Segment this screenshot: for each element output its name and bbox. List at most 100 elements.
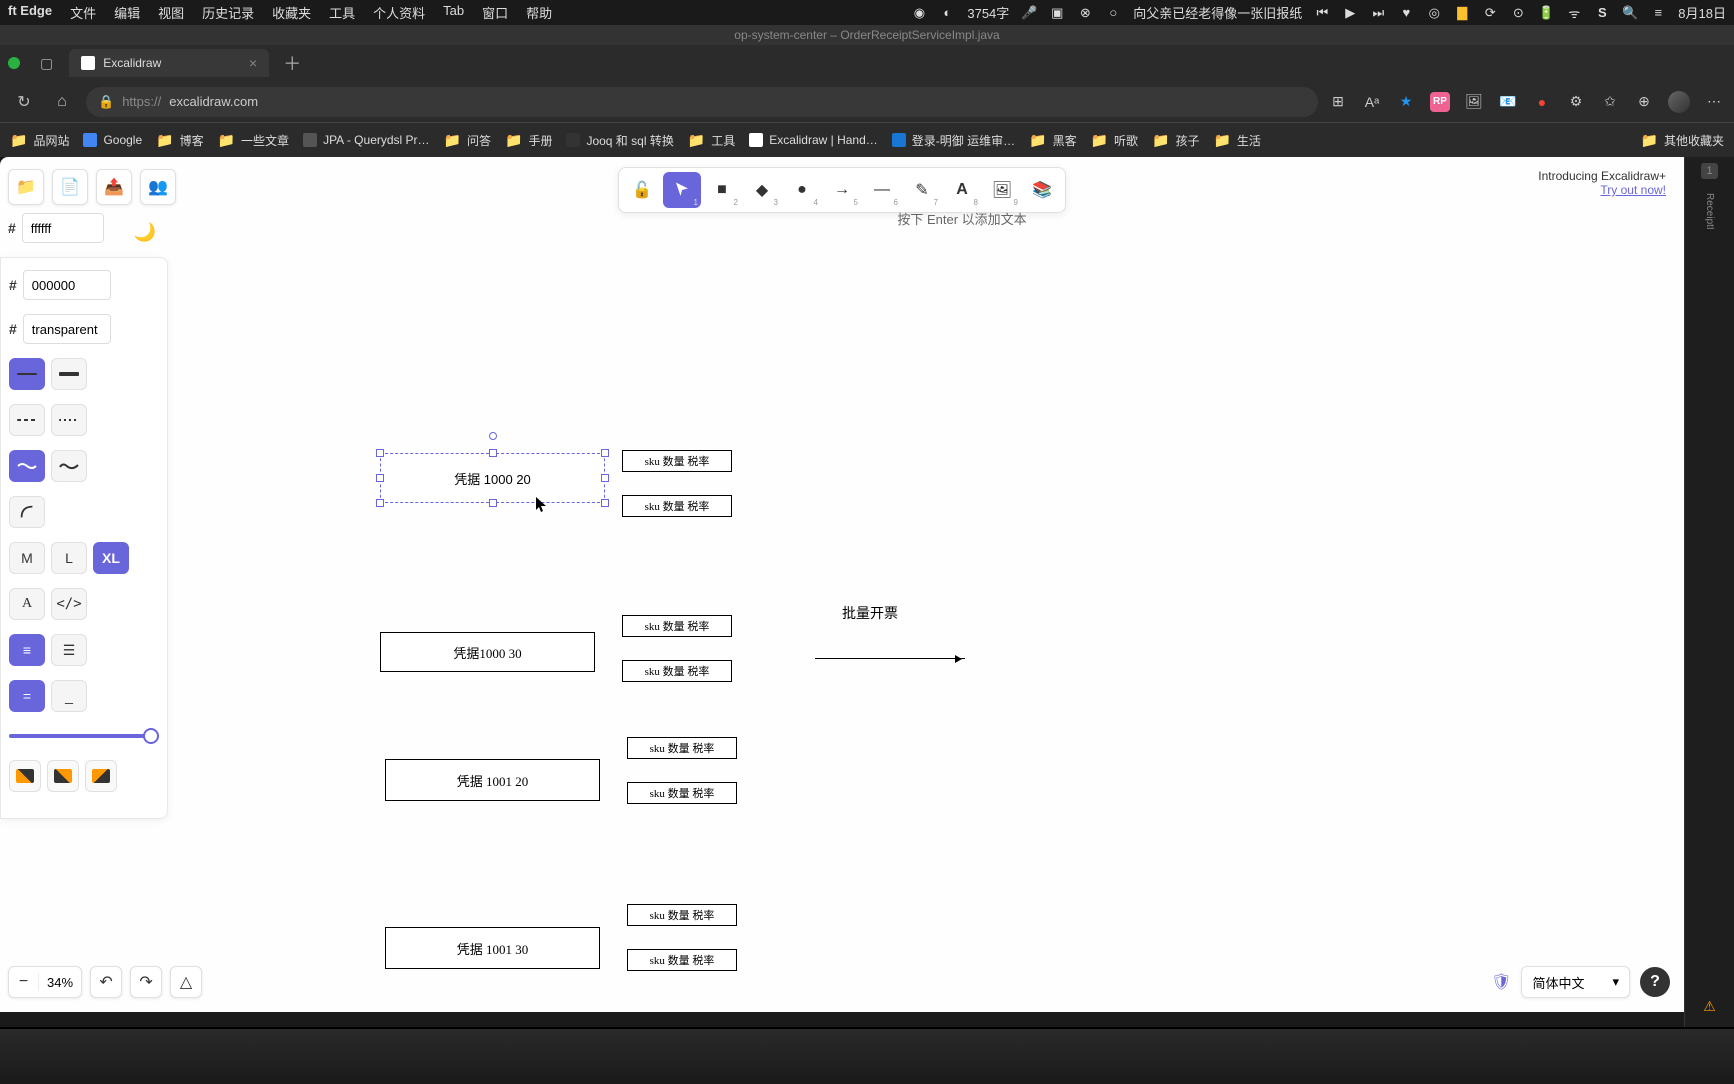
menu-file[interactable]: 文件 xyxy=(70,3,96,22)
extension-gear-icon[interactable]: ⚙ xyxy=(1566,92,1586,112)
extension-mail-icon[interactable]: 📧 xyxy=(1498,92,1518,112)
app-install-icon[interactable]: ⊞ xyxy=(1328,92,1348,112)
canvas-small-box[interactable]: sku 数量 税率 xyxy=(622,450,732,472)
clock-icon[interactable]: ⊙ xyxy=(1510,5,1526,21)
collections-icon[interactable]: ⊕ xyxy=(1634,92,1654,112)
url-input[interactable]: 🔒 https://excalidraw.com xyxy=(86,87,1318,117)
canvas-selected-box[interactable]: 凭据 1000 20 xyxy=(380,453,605,503)
sidebar-toggle-icon[interactable]: ▢ xyxy=(40,55,53,72)
canvas-small-box[interactable]: sku 数量 税率 xyxy=(627,737,737,759)
favorites-icon[interactable]: ✩ xyxy=(1600,92,1620,112)
batch-label[interactable]: 批量开票 xyxy=(842,603,898,623)
canvas[interactable]: 📁 📄 📤 👥 # 🌙 🔓 1 ■2 ◆3 ●4 →5 —6 ✎7 A8 🖼9 … xyxy=(0,157,1684,1012)
new-tab-button[interactable]: ＋ xyxy=(277,50,307,76)
screen-icon[interactable]: ▣ xyxy=(1049,5,1065,21)
search-icon[interactable]: 🔍 xyxy=(1622,5,1638,21)
bookmark-item[interactable]: Jooq 和 sql 转换 xyxy=(566,132,673,149)
heart-icon[interactable]: ♥ xyxy=(1398,5,1414,21)
menu-window[interactable]: 窗口 xyxy=(482,3,508,22)
prev-track-icon[interactable]: ⏮ xyxy=(1314,5,1330,21)
app-name[interactable]: ft Edge xyxy=(8,3,52,22)
menu-edit[interactable]: 编辑 xyxy=(114,3,140,22)
menu-favorites[interactable]: 收藏夹 xyxy=(272,3,311,22)
extension-red-icon[interactable]: ● xyxy=(1532,92,1552,112)
sync-icon[interactable]: ⟳ xyxy=(1482,5,1498,21)
rotate-handle[interactable] xyxy=(489,432,497,440)
next-track-icon[interactable]: ⏭ xyxy=(1370,5,1386,21)
menu-history[interactable]: 历史记录 xyxy=(202,3,254,22)
bookmark-item[interactable]: 📁听歌 xyxy=(1091,132,1138,149)
zoom-out-button[interactable]: − xyxy=(9,973,39,991)
help-button[interactable]: ? xyxy=(1640,967,1670,997)
globe-icon[interactable]: ⊗ xyxy=(1077,5,1093,21)
warning-icon[interactable]: ⚠ xyxy=(1703,998,1716,1015)
redo-button[interactable]: ↷ xyxy=(130,966,162,998)
menu-tools[interactable]: 工具 xyxy=(329,3,355,22)
canvas-small-box[interactable]: sku 数量 税率 xyxy=(627,904,737,926)
canvas-box[interactable]: 凭据 1001 20 xyxy=(385,759,600,801)
star-icon[interactable]: ★ xyxy=(1396,92,1416,112)
canvas-box[interactable]: 凭据1000 30 xyxy=(380,632,595,672)
canvas-arrow[interactable] xyxy=(815,658,965,659)
bookmark-item[interactable]: JPA - Querydsl Pr… xyxy=(303,133,429,147)
canvas-small-box[interactable]: sku 数量 税率 xyxy=(627,782,737,804)
bookmark-item[interactable]: 📁工具 xyxy=(688,132,735,149)
battery-icon[interactable]: 🔋 xyxy=(1538,5,1554,21)
mic-icon[interactable]: 🎤 xyxy=(1021,5,1037,21)
menu-profile[interactable]: 个人资料 xyxy=(373,3,425,22)
extension-image-icon[interactable]: 🖼 xyxy=(1464,92,1484,112)
bookmark-item[interactable]: 📁问答 xyxy=(444,132,491,149)
extension-rp-icon[interactable]: RP xyxy=(1430,92,1450,112)
language-select[interactable]: 简体中文 ▾ xyxy=(1521,966,1630,998)
refresh-button[interactable]: ↻ xyxy=(10,88,38,116)
record-icon[interactable]: ◉ xyxy=(911,5,927,21)
browser-tab[interactable]: Excalidraw × xyxy=(69,49,269,77)
half-circle-icon[interactable]: ◐ xyxy=(939,5,955,21)
resize-handle-e[interactable] xyxy=(601,474,609,482)
eraser-button[interactable]: △ xyxy=(170,966,202,998)
profile-avatar[interactable] xyxy=(1668,91,1690,113)
shield-icon[interactable]: 🛡 xyxy=(1491,972,1511,992)
home-button[interactable]: ⌂ xyxy=(48,88,76,116)
circle-icon[interactable]: ○ xyxy=(1105,5,1121,21)
bookmark-item[interactable]: 📁黑客 xyxy=(1029,132,1076,149)
more-icon[interactable]: ⋯ xyxy=(1704,92,1724,112)
resize-handle-s[interactable] xyxy=(489,499,497,507)
zoom-value[interactable]: 34% xyxy=(39,975,81,990)
wifi-icon[interactable]: ᯤ xyxy=(1566,5,1582,21)
resize-handle-se[interactable] xyxy=(601,499,609,507)
menu-tab[interactable]: Tab xyxy=(443,3,464,22)
traffic-light-green[interactable] xyxy=(8,57,20,69)
bookmark-item[interactable]: 📁孩子 xyxy=(1152,132,1199,149)
canvas-small-box[interactable]: sku 数量 税率 xyxy=(622,615,732,637)
s-icon[interactable]: S xyxy=(1594,5,1610,21)
resize-handle-ne[interactable] xyxy=(601,449,609,457)
resize-handle-n[interactable] xyxy=(489,449,497,457)
bookmark-item[interactable]: 📁一些文章 xyxy=(218,132,289,149)
undo-button[interactable]: ↶ xyxy=(90,966,122,998)
bookmark-item[interactable]: Excalidraw | Hand… xyxy=(749,133,878,147)
bookmark-item[interactable]: 📁手册 xyxy=(505,132,552,149)
note-icon[interactable]: ▇ xyxy=(1454,5,1470,21)
canvas-box[interactable]: 凭据 1001 30 xyxy=(385,927,600,969)
bookmark-item[interactable]: 📁品网站 xyxy=(10,132,69,149)
resize-handle-w[interactable] xyxy=(376,474,384,482)
resize-handle-nw[interactable] xyxy=(376,449,384,457)
canvas-small-box[interactable]: sku 数量 税率 xyxy=(622,495,732,517)
bookmark-item[interactable]: 登录-明御 运维审… xyxy=(892,132,1015,149)
bookmark-item[interactable]: 📁博客 xyxy=(156,132,203,149)
bookmark-item[interactable]: 📁生活 xyxy=(1213,132,1260,149)
date[interactable]: 8月18日 xyxy=(1678,3,1726,22)
menu-view[interactable]: 视图 xyxy=(158,3,184,22)
resize-handle-sw[interactable] xyxy=(376,499,384,507)
bookmark-item[interactable]: Google xyxy=(83,133,142,147)
menu-help[interactable]: 帮助 xyxy=(526,3,552,22)
other-bookmarks[interactable]: 📁其他收藏夹 xyxy=(1641,132,1724,149)
reader-icon[interactable]: Aᵃ xyxy=(1362,92,1382,112)
canvas-small-box[interactable]: sku 数量 税率 xyxy=(622,660,732,682)
close-tab-icon[interactable]: × xyxy=(249,55,257,71)
play-icon[interactable]: ▶ xyxy=(1342,5,1358,21)
canvas-small-box[interactable]: sku 数量 税率 xyxy=(627,949,737,971)
control-center-icon[interactable]: ≡ xyxy=(1650,5,1666,21)
target-icon[interactable]: ◎ xyxy=(1426,5,1442,21)
